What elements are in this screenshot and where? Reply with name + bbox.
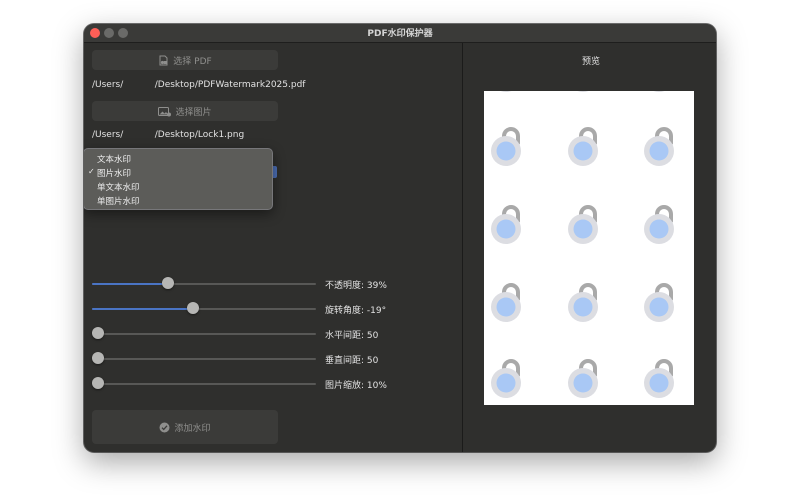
v-spacing-label: 垂直间距: 50 <box>325 356 379 366</box>
opacity-slider-fill <box>92 283 166 285</box>
scale-label: 图片缩放: 10% <box>325 381 387 391</box>
lock-watermark-icon <box>567 283 601 323</box>
lock-watermark-icon <box>643 91 677 93</box>
rotation-slider-thumb[interactable] <box>187 302 200 314</box>
menu-item-text-watermark[interactable]: 文本水印 <box>97 153 131 165</box>
lock-watermark-icon <box>490 91 524 93</box>
select-pdf-label: 选择 PDF <box>173 56 212 67</box>
preview-label: 预览 <box>582 57 601 67</box>
h-spacing-slider-thumb[interactable] <box>92 327 104 339</box>
scale-slider-track[interactable] <box>92 383 316 385</box>
add-watermark-label: 添加水印 <box>174 423 211 434</box>
opacity-slider[interactable] <box>92 276 316 292</box>
window-title: PDF水印保护器 <box>367 29 433 39</box>
lock-watermark-icon <box>643 205 677 245</box>
select-image-button[interactable]: 选择图片 <box>92 101 278 121</box>
app-window: PDF水印保护器 选择 PDF /Users/ /Desktop/PDFWate… <box>84 24 716 452</box>
rotation-slider[interactable] <box>92 301 316 317</box>
rotation-slider-fill <box>92 308 193 310</box>
menu-item-image-watermark[interactable]: 图片水印 <box>97 167 131 179</box>
opacity-label: 不透明度: 39% <box>325 281 387 291</box>
menu-item-single-image-watermark[interactable]: 单图片水印 <box>97 195 140 207</box>
pdf-file-icon <box>158 55 169 66</box>
checkmark-circle-icon <box>159 422 170 433</box>
rotation-label: 旋转角度: -19° <box>325 306 387 316</box>
h-spacing-label: 水平间距: 50 <box>325 331 379 341</box>
lock-watermark-icon <box>490 359 524 399</box>
lock-watermark-icon <box>490 205 524 245</box>
h-spacing-slider-track[interactable] <box>92 333 316 335</box>
lock-watermark-icon <box>567 359 601 399</box>
image-path-text: /Users/ /Desktop/Lock1.png <box>92 130 245 140</box>
v-spacing-slider[interactable] <box>92 351 316 367</box>
scale-slider[interactable] <box>92 376 316 392</box>
title-bar: PDF水印保护器 <box>84 24 716 43</box>
h-spacing-slider[interactable] <box>92 326 316 342</box>
panel-divider[interactable] <box>462 43 463 452</box>
v-spacing-slider-track[interactable] <box>92 358 316 360</box>
lock-watermark-icon <box>490 283 524 323</box>
lock-watermark-icon <box>567 205 601 245</box>
opacity-slider-thumb[interactable] <box>161 277 174 289</box>
image-icon <box>158 106 172 117</box>
select-image-label: 选择图片 <box>175 107 212 118</box>
lock-watermark-icon <box>490 127 524 167</box>
menu-item-single-text-watermark[interactable]: 单文本水印 <box>97 181 140 193</box>
lock-watermark-icon <box>643 127 677 167</box>
lock-watermark-icon <box>643 359 677 399</box>
select-pdf-button[interactable]: 选择 PDF <box>92 50 278 70</box>
lock-watermark-icon <box>567 127 601 167</box>
checkmark-icon: ✓ <box>88 167 95 176</box>
pdf-path-text: /Users/ /Desktop/PDFWatermark2025.pdf <box>92 80 306 90</box>
lock-watermark-icon <box>567 91 601 93</box>
scale-slider-thumb[interactable] <box>92 377 104 389</box>
v-spacing-slider-thumb[interactable] <box>92 352 104 364</box>
lock-watermark-icon <box>643 283 677 323</box>
watermark-mode-menu[interactable]: 文本水印 ✓ 图片水印 单文本水印 单图片水印 <box>84 148 273 210</box>
pdf-preview-page <box>484 91 694 405</box>
add-watermark-button[interactable]: 添加水印 <box>92 410 278 444</box>
